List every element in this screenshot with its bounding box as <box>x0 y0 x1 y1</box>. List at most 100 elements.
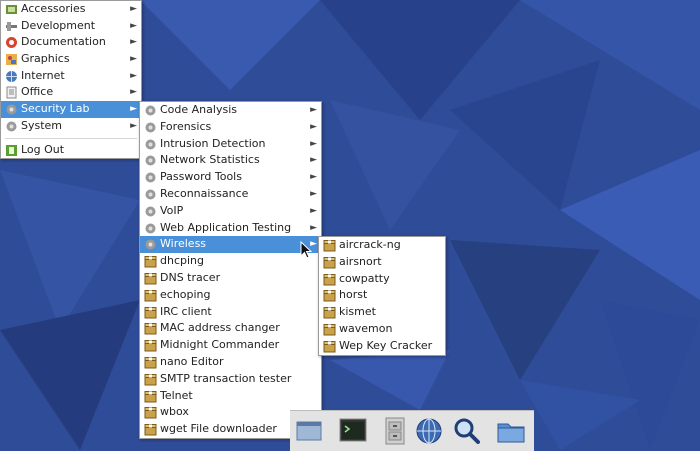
submenu-arrow-icon: ► <box>130 20 137 31</box>
menu-item-label: Forensics <box>160 119 212 133</box>
package-icon <box>144 340 157 352</box>
menu-item-office[interactable]: Office ► <box>1 84 141 101</box>
terminal-icon[interactable] <box>338 416 368 446</box>
graphics-icon <box>6 54 17 66</box>
submenu-arrow-icon: ► <box>130 120 137 131</box>
menu-item-aircrack-ng[interactable]: aircrack-ng <box>319 237 445 254</box>
menu-item-voip[interactable]: VoIP ► <box>140 203 321 220</box>
submenu-arrow-icon: ► <box>310 138 317 149</box>
menu-item-wireless[interactable]: Wireless ► <box>140 236 321 254</box>
menu-item-accessories[interactable]: Accessories ► <box>1 1 141 18</box>
menu-item-label: IRC client <box>160 304 212 318</box>
gear-icon <box>6 104 17 115</box>
web-browser-icon[interactable] <box>414 416 444 446</box>
menu-item-irc-client[interactable]: IRC client <box>140 304 321 321</box>
package-icon <box>144 424 157 436</box>
menu-item-label: Development <box>21 18 96 32</box>
submenu-arrow-icon: ► <box>130 4 137 14</box>
menu-item-documentation[interactable]: Documentation ► <box>1 34 141 51</box>
submenu-arrow-icon: ► <box>310 155 317 166</box>
menu-item-label: Office <box>21 85 54 99</box>
menu-item-web-application-testing[interactable]: Web Application Testing ► <box>140 220 321 237</box>
file-cabinet-icon[interactable] <box>380 416 410 446</box>
window-icon[interactable] <box>294 416 324 446</box>
menu-separator <box>5 137 137 139</box>
package-icon <box>144 306 157 319</box>
package-icon <box>144 356 157 369</box>
menu-item-label: horst <box>339 288 368 302</box>
menu-item-graphics[interactable]: Graphics ► <box>1 51 141 68</box>
menu-item-network-statistics[interactable]: Network Statistics ► <box>140 152 321 169</box>
package-icon <box>323 256 336 269</box>
menu-item-label: Telnet <box>160 388 193 402</box>
menu-item-label: Internet <box>21 68 65 82</box>
gear-icon <box>145 223 156 234</box>
menu-item-label: Midnight Commander <box>160 338 280 352</box>
submenu-arrow-icon: ► <box>310 188 317 199</box>
submenu-arrow-icon: ► <box>310 121 317 132</box>
menu-item-mac-address-changer[interactable]: MAC address changer <box>140 320 321 337</box>
menu-item-horst[interactable]: horst <box>319 287 445 304</box>
menu-item-label: Documentation <box>21 35 106 49</box>
menu-item-label: Accessories <box>21 2 86 15</box>
menu-item-reconnaissance[interactable]: Reconnaissance ► <box>140 186 321 203</box>
internet-icon <box>6 70 17 82</box>
menu-item-development[interactable]: Development ► <box>1 18 141 35</box>
gear-icon <box>145 139 156 150</box>
menu-item-echoping[interactable]: echoping <box>140 287 321 304</box>
gear-icon <box>6 121 17 132</box>
menu-item-label: cowpatty <box>339 271 390 285</box>
package-icon <box>144 256 157 268</box>
menu-item-label: wbox <box>160 405 189 419</box>
menu-item-label: Security Lab <box>21 102 90 116</box>
submenu-arrow-icon: ► <box>130 37 137 48</box>
package-icon <box>323 240 336 252</box>
package-icon <box>144 323 157 335</box>
menu-item-label: Web Application Testing <box>160 220 292 234</box>
menu-item-label: echoping <box>160 287 211 301</box>
menu-item-forensics[interactable]: Forensics ► <box>140 119 321 136</box>
menu-item-nano-editor[interactable]: nano Editor <box>140 354 321 371</box>
menu-item-smtp-transaction-tester[interactable]: SMTP transaction tester <box>140 371 321 388</box>
menu-item-dhcping[interactable]: dhcping <box>140 253 321 270</box>
package-icon <box>323 273 336 286</box>
menu-item-internet[interactable]: Internet ► <box>1 68 141 85</box>
menu-item-label: Wireless <box>160 237 207 251</box>
menu-item-airsnort[interactable]: airsnort <box>319 254 445 271</box>
menu-item-label: Wep Key Cracker <box>339 338 433 352</box>
menu-item-system[interactable]: System ► <box>1 118 141 135</box>
office-icon <box>6 86 17 99</box>
menu-item-label: kismet <box>339 305 376 319</box>
menu-item-intrusion-detection[interactable]: Intrusion Detection ► <box>140 136 321 153</box>
menu-item-label: wget File downloader <box>160 422 277 436</box>
menu-item-midnight-commander[interactable]: Midnight Commander <box>140 337 321 354</box>
menu-item-label: Log Out <box>21 142 65 156</box>
menu-item-label: Network Statistics <box>160 153 260 167</box>
menu-item-security-lab[interactable]: Security Lab ► <box>1 101 141 118</box>
menu-item-label: Reconnaissance <box>160 186 249 200</box>
menu-item-dns-tracer[interactable]: DNS tracer <box>140 270 321 287</box>
menu-item-code-analysis[interactable]: Code Analysis ► <box>140 102 321 119</box>
submenu-arrow-icon: ► <box>130 54 137 65</box>
security-lab-submenu: Code Analysis ► Forensics ► Intrusion Detect… <box>139 101 322 439</box>
package-icon <box>323 290 336 302</box>
menu-item-password-tools[interactable]: Password Tools ► <box>140 169 321 186</box>
menu-item-kismet[interactable]: kismet <box>319 304 445 321</box>
submenu-arrow-icon: ► <box>310 172 317 183</box>
menu-item-label: Graphics <box>21 52 70 66</box>
submenu-arrow-icon: ► <box>310 205 317 216</box>
package-icon <box>144 373 157 386</box>
menu-item-cowpatty[interactable]: cowpatty <box>319 271 445 288</box>
search-icon[interactable] <box>452 416 482 446</box>
menu-item-wep-key-cracker[interactable]: Wep Key Cracker <box>319 338 445 355</box>
package-icon <box>144 390 157 403</box>
folder-icon[interactable] <box>496 416 526 446</box>
menu-item-telnet[interactable]: Telnet <box>140 388 321 405</box>
menu-item-wavemon[interactable]: wavemon <box>319 321 445 338</box>
menu-item-log-out[interactable]: Log Out <box>1 142 141 159</box>
gear-icon <box>145 172 156 183</box>
menu-item-label: nano Editor <box>160 354 224 368</box>
applications-menu: Accessories ► Development ► Documentatio… <box>0 0 142 160</box>
menu-item-label: Intrusion Detection <box>160 136 266 150</box>
gear-icon <box>145 206 156 217</box>
